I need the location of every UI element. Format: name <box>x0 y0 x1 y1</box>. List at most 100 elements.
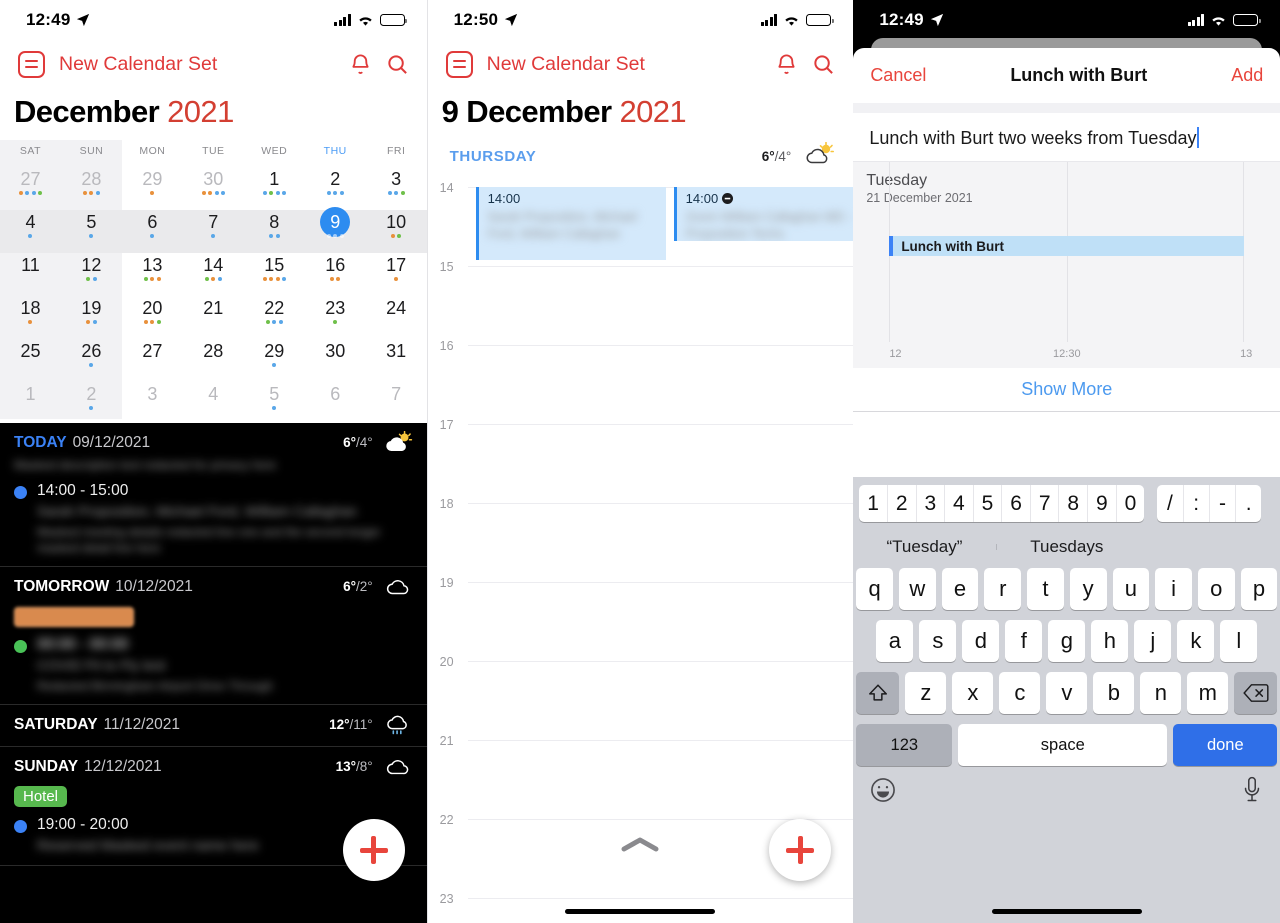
keyboard-number-row[interactable]: 1234567890 /: -. <box>853 477 1280 526</box>
calendar-day-cell[interactable]: 15 <box>244 247 305 290</box>
letter-key-v[interactable]: v <box>1046 672 1088 714</box>
calendar-day-cell[interactable]: 27 <box>122 333 183 376</box>
timeline-hour-row[interactable]: 20 <box>428 655 854 734</box>
letter-key-c[interactable]: c <box>999 672 1041 714</box>
calendar-day-cell[interactable]: 5 <box>61 204 122 247</box>
letter-key-a[interactable]: a <box>876 620 914 662</box>
calendar-day-cell[interactable]: 8 <box>244 204 305 247</box>
letter-key-p[interactable]: p <box>1240 568 1278 610</box>
agenda-event[interactable]: 14:00 - 15:00 Sarah Proposition, Michael … <box>14 482 413 556</box>
numeric-mode-key[interactable]: 123 <box>856 724 953 766</box>
preview-event-block[interactable]: Lunch with Burt <box>889 236 1245 256</box>
calendar-day-cell[interactable]: 1 <box>244 161 305 204</box>
calendar-day-cell[interactable]: 29 <box>122 161 183 204</box>
show-more-button[interactable]: Show More <box>853 368 1280 412</box>
agenda-section[interactable]: SATURDAY 11/12/2021 12°/11° <box>0 705 427 747</box>
keyboard-row-1[interactable]: qwertyuiop <box>853 568 1280 620</box>
letter-key-y[interactable]: y <box>1069 568 1107 610</box>
number-key-2[interactable]: 2 <box>888 485 917 522</box>
letter-key-k[interactable]: k <box>1177 620 1215 662</box>
timeline-hour-row[interactable]: 23 <box>428 892 854 923</box>
timeline-hour-row[interactable]: 15 <box>428 260 854 339</box>
letter-key-m[interactable]: m <box>1187 672 1229 714</box>
letter-key-s[interactable]: s <box>919 620 957 662</box>
keyboard-suggestion-bar[interactable]: “Tuesday” Tuesdays <box>853 526 1280 568</box>
keyboard[interactable]: 1234567890 /: -. “Tuesday” Tuesdays qwerty… <box>853 477 1280 923</box>
calendar-day-cell[interactable]: 7 <box>183 204 244 247</box>
suggestion-1[interactable]: “Tuesday” <box>853 537 995 557</box>
calendar-day-cell[interactable]: 7 <box>366 376 427 419</box>
shift-key[interactable] <box>856 672 900 714</box>
number-key-8[interactable]: 8 <box>1059 485 1089 522</box>
add-button[interactable]: Add <box>1231 65 1263 86</box>
calendar-day-cell[interactable]: 4 <box>183 376 244 419</box>
calendar-day-cell[interactable]: 21 <box>183 290 244 333</box>
search-icon[interactable] <box>812 53 835 76</box>
calendar-day-cell[interactable]: 2 <box>305 161 366 204</box>
month-grid[interactable]: SAT SUN MON TUE WED THU FRI 27 28 29 30 1 2 3 4 5 6 7 8 9 10… <box>0 140 427 419</box>
letter-key-j[interactable]: j <box>1134 620 1172 662</box>
agenda-section[interactable]: TOMORROW 10/12/2021 6°/2° 00:00 - 00:00 COVI… <box>0 567 427 705</box>
calendar-day-cell[interactable]: 28 <box>61 161 122 204</box>
cancel-button[interactable]: Cancel <box>870 65 926 86</box>
symbol-key-colon[interactable]: : <box>1184 485 1210 522</box>
letter-key-w[interactable]: w <box>899 568 936 610</box>
calendar-day-cell[interactable]: 19 <box>61 290 122 333</box>
calendar-day-cell[interactable]: 5 <box>244 376 305 419</box>
letter-key-r[interactable]: r <box>984 568 1022 610</box>
timeline-hour-row[interactable]: 16 <box>428 339 854 418</box>
search-icon[interactable] <box>386 53 409 76</box>
calendar-day-cell[interactable]: 29 <box>244 333 305 376</box>
letter-key-d[interactable]: d <box>962 620 1000 662</box>
calendar-day-cell[interactable]: 30 <box>305 333 366 376</box>
calendar-day-cell[interactable]: 16 <box>305 247 366 290</box>
timeline-hour-row[interactable]: 19 <box>428 576 854 655</box>
letter-key-o[interactable]: o <box>1197 568 1235 610</box>
letter-key-u[interactable]: u <box>1112 568 1150 610</box>
letter-key-f[interactable]: f <box>1005 620 1043 662</box>
letter-key-x[interactable]: x <box>952 672 994 714</box>
keyboard-row-4[interactable]: 123 space done <box>853 724 1280 774</box>
agenda-event[interactable]: 00:00 - 00:00 COVID Fit to Fly test Redact… <box>14 636 413 694</box>
bell-icon[interactable] <box>775 52 798 76</box>
chevron-up-icon[interactable] <box>618 834 662 861</box>
calendar-day-cell[interactable]: 20 <box>122 290 183 333</box>
keyboard-symbols-group[interactable]: /: -. <box>1157 485 1262 522</box>
calendar-day-cell[interactable]: 6 <box>122 204 183 247</box>
calendar-day-cell[interactable]: 18 <box>0 290 61 333</box>
number-key-4[interactable]: 4 <box>945 485 974 522</box>
calendar-day-cell[interactable]: 26 <box>61 333 122 376</box>
symbol-key-slash[interactable]: / <box>1157 485 1184 522</box>
day-timeline[interactable]: 14 15 16 17 18 19 20 21 22 23 14:00 Sarah Propositi… <box>428 181 854 923</box>
letter-key-h[interactable]: h <box>1091 620 1129 662</box>
calendar-day-cell[interactable]: 25 <box>0 333 61 376</box>
calendar-day-cell[interactable]: 24 <box>366 290 427 333</box>
calendar-day-cell[interactable]: 27 <box>0 161 61 204</box>
number-key-5[interactable]: 5 <box>974 485 1003 522</box>
space-key[interactable]: space <box>958 724 1168 766</box>
calendar-day-cell[interactable]: 17 <box>366 247 427 290</box>
calendar-day-cell[interactable]: 1 <box>0 376 61 419</box>
calendar-day-cell[interactable]: 22 <box>244 290 305 333</box>
calendar-day-cell[interactable]: 3 <box>122 376 183 419</box>
calendar-day-cell[interactable]: 9 <box>305 204 366 247</box>
number-key-9[interactable]: 9 <box>1088 485 1117 522</box>
calendar-day-cell[interactable]: 30 <box>183 161 244 204</box>
number-key-1[interactable]: 1 <box>859 485 888 522</box>
keyboard-numbers-group[interactable]: 1234567890 <box>859 485 1145 522</box>
letter-key-z[interactable]: z <box>905 672 947 714</box>
letter-key-e[interactable]: e <box>941 568 979 610</box>
hamburger-menu-icon[interactable] <box>445 50 473 78</box>
number-key-0[interactable]: 0 <box>1117 485 1145 522</box>
add-event-button[interactable] <box>342 819 405 881</box>
timeline-hour-row[interactable]: 18 <box>428 497 854 576</box>
calendar-day-cell[interactable]: 4 <box>0 204 61 247</box>
timeline-event[interactable]: 14:00 Sarah Proposition, Michael Ford, Wi… <box>475 187 666 260</box>
timeline-hour-row[interactable]: 21 <box>428 734 854 813</box>
suggestion-2[interactable]: Tuesdays <box>995 537 1138 557</box>
letter-key-q[interactable]: q <box>856 568 893 610</box>
number-key-7[interactable]: 7 <box>1031 485 1060 522</box>
event-title-input[interactable]: Lunch with Burt two weeks from Tuesday <box>853 113 1280 162</box>
calendar-day-cell[interactable]: 10 <box>366 204 427 247</box>
timeline-event[interactable]: 14:00 Zoom William Callaghan MD - Proposi… <box>673 187 854 241</box>
